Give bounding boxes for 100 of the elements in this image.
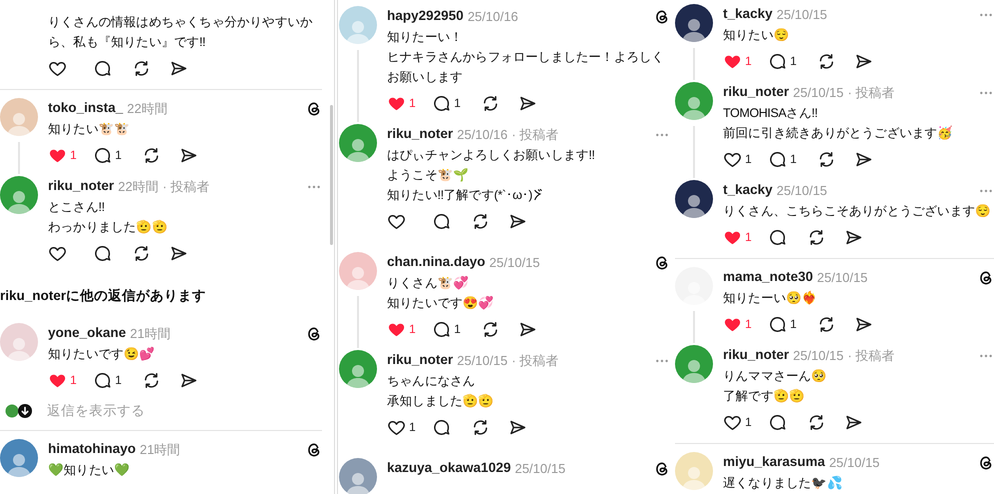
threads-logo-icon[interactable] <box>978 270 994 286</box>
threads-logo-icon[interactable] <box>654 254 670 270</box>
comment-text: りくさんの情報はめちゃくちゃ分かりやすいか <box>48 14 313 31</box>
comment-icon <box>432 320 451 338</box>
repost-icon <box>471 418 490 436</box>
more-replies-link[interactable]: riku_noterに他の返信があります <box>0 284 206 308</box>
like-button[interactable]: 1 <box>723 226 768 248</box>
reply-button[interactable]: 1 <box>93 369 122 391</box>
timestamp: 21時間 <box>130 324 171 343</box>
username[interactable]: riku_noter <box>387 124 454 145</box>
like-button[interactable]: 1 <box>387 416 432 438</box>
reply-button[interactable]: 1 <box>768 50 797 72</box>
comment-icon <box>93 244 112 262</box>
like-button[interactable]: 1 <box>48 144 93 166</box>
reply-button[interactable]: 1 <box>768 313 797 335</box>
reply-button[interactable]: 1 <box>93 144 122 166</box>
comment-text: 前回に引き続きありがとうございます🥳 <box>723 124 953 142</box>
timestamp: 22時間 <box>127 100 168 118</box>
timestamp: 25/10/15 <box>489 254 540 272</box>
threads-logo-icon[interactable] <box>654 460 670 476</box>
comment-icon <box>768 228 787 246</box>
comment-text: TOMOHISAさん!! <box>723 105 818 122</box>
author-label: · 投稿者 <box>162 178 210 196</box>
comment-text: 承知しました🫡🫡 <box>387 393 494 410</box>
timestamp: 25/10/15 <box>776 6 828 24</box>
timestamp: 25/10/15 <box>793 346 844 365</box>
reply-button[interactable]: 1 <box>768 148 797 170</box>
comment-text: 知りたーい！ <box>387 29 463 46</box>
reply-button[interactable]: 1 <box>432 318 461 340</box>
comment-icon <box>432 418 451 436</box>
repost-icon <box>132 58 151 78</box>
timestamp: 25/10/16 <box>468 8 518 26</box>
threads-logo-icon[interactable] <box>306 100 322 116</box>
timestamp: 25/10/15 <box>817 268 868 287</box>
like-button[interactable]: 1 <box>723 148 768 170</box>
comment-icon <box>93 146 112 164</box>
timestamp: 25/10/15 <box>776 182 828 200</box>
username[interactable]: mama_note30 <box>723 267 814 288</box>
comment-icon <box>93 58 112 78</box>
like-button[interactable]: 1 <box>723 50 768 72</box>
comment-text: 了解です🫡🫡 <box>723 388 805 405</box>
username[interactable]: t_kacky <box>723 180 773 201</box>
timestamp: 25/10/15 <box>829 454 880 472</box>
comment-text: 知りたい!!了解です(*`･ω･) <box>387 187 532 204</box>
username[interactable]: himatohinayo <box>48 439 136 460</box>
threads-logo-icon[interactable] <box>978 454 994 470</box>
author-label: · 投稿者 <box>512 352 559 370</box>
comment-icon <box>432 94 451 112</box>
comment-icon <box>93 370 112 390</box>
timestamp: 25/10/15 <box>514 460 566 478</box>
username[interactable]: miyu_karasuma <box>723 452 826 473</box>
comment-text: 知りたーい🥺❤‍🔥 <box>723 290 818 307</box>
timestamp: 25/10/15 <box>457 352 508 370</box>
comment-icon <box>768 52 787 70</box>
repost-icon <box>471 212 490 230</box>
repost-icon <box>132 244 151 262</box>
like-button[interactable]: 1 <box>48 369 93 391</box>
reply-button[interactable]: 1 <box>432 92 461 114</box>
like-button[interactable]: 1 <box>723 313 768 335</box>
username[interactable]: riku_noter <box>723 82 790 103</box>
comment-icon <box>768 150 787 168</box>
comment-text: はぴぃチャンよろしくお願いします!! <box>387 147 595 164</box>
repost-icon <box>807 412 826 432</box>
username[interactable]: chan.nina.dayo <box>387 252 486 273</box>
username[interactable]: t_kacky <box>723 4 773 25</box>
comment-text: 遅くなりました🐦‍⬛💦 <box>723 474 842 492</box>
comment-icon <box>768 314 787 334</box>
comment-text: 知りたい😌 <box>723 27 790 44</box>
threads-logo-icon[interactable] <box>306 442 322 458</box>
username[interactable]: riku_noter <box>387 350 454 371</box>
username[interactable]: yone_okane <box>48 323 126 344</box>
comment-text: 💚知りたい💚 <box>48 462 130 479</box>
username[interactable]: kazuya_okawa1029 <box>387 458 511 479</box>
like-button[interactable]: 1 <box>387 318 432 340</box>
comment-text: ヒナキラさんからフォローしましたー！よろしく <box>387 49 664 66</box>
like-button[interactable]: 1 <box>387 92 432 114</box>
timestamp: 25/10/15 <box>793 84 844 102</box>
scrollbar[interactable] <box>330 105 333 245</box>
like-button[interactable]: 1 <box>723 411 768 433</box>
threads-logo-icon[interactable] <box>306 326 322 342</box>
repost-icon <box>807 228 826 246</box>
username[interactable]: hapy292950 <box>387 6 464 27</box>
comment-text: とこさん!! <box>48 199 105 216</box>
comment-text: ようこそ🐮🌱 <box>387 167 469 184</box>
comment-text: 知りたいです😍💞 <box>387 295 494 312</box>
username[interactable]: toko_insta_ <box>48 98 124 119</box>
threads-logo-icon[interactable] <box>654 8 670 24</box>
timestamp: 22時間 <box>118 178 158 196</box>
comment-text: りんママさーん🥺 <box>723 368 827 385</box>
comment-text: ら、私も『知りたい』です!! <box>48 34 206 51</box>
comment-text: りくさん、こちらこそありがとうございます😌 <box>723 203 991 220</box>
username[interactable]: riku_noter <box>723 345 790 366</box>
timestamp: 21時間 <box>140 440 180 459</box>
timestamp: 25/10/16 <box>457 126 508 144</box>
comment-text: お願いします <box>387 69 463 86</box>
author-label: · 投稿者 <box>848 84 895 102</box>
username[interactable]: riku_noter <box>48 176 114 197</box>
comment-icon <box>768 412 787 432</box>
author-label: · 投稿者 <box>512 126 559 144</box>
comment-text: りくさん🐮💞 <box>387 275 469 292</box>
